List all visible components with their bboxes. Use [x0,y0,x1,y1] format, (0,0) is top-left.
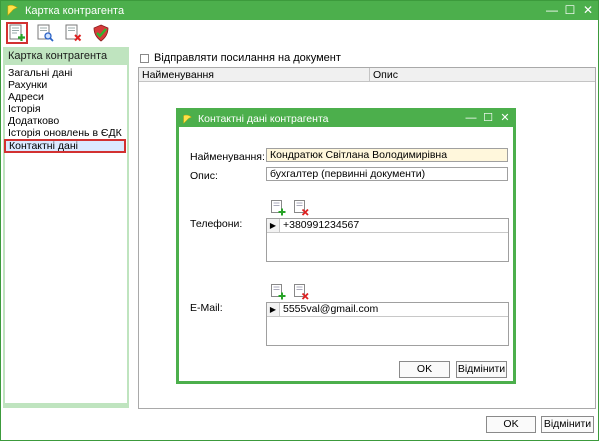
email-row[interactable]: ▶ 5555val@gmail.com [267,302,508,317]
dialog-titlebar: Контактні дані контрагента — ☐ ✕ [179,111,513,127]
send-link-checkbox-row[interactable]: Відправляти посилання на документ [140,51,596,65]
sidebar-list: Загальні дані Рахунки Адреси Історія Дод… [4,65,127,403]
emails-toolbar [270,284,309,300]
view-button[interactable] [34,22,56,44]
contact-dialog: Контактні дані контрагента — ☐ ✕ Наймену… [176,108,516,384]
description-label: Опис: [190,170,218,182]
email-cell[interactable]: 5555val@gmail.com [280,303,508,316]
dialog-maximize-button[interactable]: ☐ [482,112,494,125]
send-link-label: Відправляти посилання на документ [154,52,341,64]
cancel-button[interactable]: Відмінити [541,416,594,433]
row-pointer-icon: ▶ [267,218,280,233]
sidebar-item-accounts[interactable]: Рахунки [5,79,127,91]
delete-button[interactable] [62,22,84,44]
sidebar-item-general[interactable]: Загальні дані [5,67,127,79]
window-controls: — ☐ ✕ [546,3,594,17]
description-field[interactable]: бухгалтер (первинні документи) [266,167,508,181]
dialog-close-button[interactable]: ✕ [499,112,511,125]
email-label: E-Mail: [190,302,223,314]
add-button[interactable] [6,22,28,44]
dialog-minimize-button[interactable]: — [465,112,477,125]
phone-row[interactable]: ▶ +380991234567 [267,218,508,233]
name-label: Найменування: [190,151,265,163]
phones-label: Телефони: [190,218,243,230]
phones-toolbar [270,200,309,216]
delete-phone-icon[interactable] [293,200,309,216]
column-header-name[interactable]: Найменування [139,68,370,81]
dialog-cancel-button[interactable]: Відмінити [456,361,507,378]
name-field[interactable]: Кондратюк Світлана Володимирівна [266,148,508,162]
send-link-checkbox[interactable] [140,53,149,63]
toolbar [2,21,599,45]
dialog-window-controls: — ☐ ✕ [465,112,511,125]
app-logo-icon [7,4,18,16]
add-document-icon [9,24,25,41]
maximize-button[interactable]: ☐ [564,3,576,17]
delete-document-icon [65,24,82,42]
sidebar: Картка контрагента Загальні дані Рахунки… [3,47,129,408]
view-document-icon [37,24,54,42]
close-button[interactable]: ✕ [582,3,594,17]
minimize-button[interactable]: — [546,3,558,17]
app-logo-icon [183,114,192,124]
column-header-description[interactable]: Опис [370,68,595,81]
sidebar-item-addresses[interactable]: Адреси [5,91,127,103]
row-pointer-icon: ▶ [267,302,280,317]
shield-check-icon [93,24,109,42]
delete-email-icon[interactable] [293,284,309,300]
phone-cell[interactable]: +380991234567 [280,219,508,232]
add-email-icon[interactable] [270,284,286,300]
sidebar-header: Картка контрагента [8,50,108,62]
dialog-ok-button[interactable]: OK [399,361,450,378]
phones-grid[interactable]: ▶ +380991234567 [266,218,509,262]
sidebar-item-history[interactable]: Історія [5,103,127,115]
grid-header: Найменування Опис [139,68,595,82]
emails-grid[interactable]: ▶ 5555val@gmail.com [266,302,509,346]
sidebar-item-additional[interactable]: Додатково [5,115,127,127]
window-title: Картка контрагента [25,4,125,17]
dialog-title: Контактні дані контрагента [198,113,329,125]
security-button[interactable] [90,22,112,44]
ok-button[interactable]: OK [486,416,536,433]
sidebar-item-contacts[interactable]: Контактні дані [4,139,126,153]
add-phone-icon[interactable] [270,200,286,216]
main-titlebar: Картка контрагента — ☐ ✕ [1,1,598,20]
sidebar-item-edk-history[interactable]: Історія оновлень в ЄДК [5,127,127,139]
